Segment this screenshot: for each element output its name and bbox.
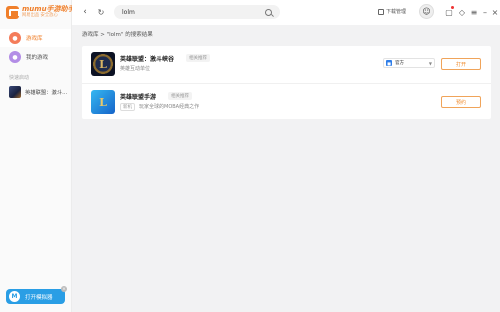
download-manager-button[interactable]: 下载管理 <box>378 8 406 15</box>
quick-launch-title: 快速启动 <box>9 75 30 81</box>
gamepad-icon: ● <box>9 32 21 44</box>
breadcrumb: 游戏库 > "lolm" 的搜索结果 <box>82 32 153 38</box>
related-tag: 相关推荐 <box>186 54 210 62</box>
shirt-icon: ◇ <box>458 7 466 17</box>
app-logo[interactable]: mumu手游助手 网易出品 安全放心 <box>6 3 75 21</box>
official-source-icon: ■ <box>386 60 392 66</box>
sidebar-item-label: 游戏库 <box>26 36 43 42</box>
download-icon <box>378 8 384 15</box>
search-input[interactable]: lolm <box>114 5 280 19</box>
close-button[interactable]: × <box>490 6 500 18</box>
source-label: 官方 <box>395 61 404 66</box>
search-icon[interactable] <box>265 8 272 16</box>
minimize-button[interactable]: – <box>480 6 490 18</box>
logo-subtitle: 网易出品 安全放心 <box>22 12 58 18</box>
download-manager-label: 下载管理 <box>386 9 407 15</box>
game-name[interactable]: 英雄联盟手游 <box>120 92 156 101</box>
minimize-icon: – <box>483 7 487 17</box>
open-emulator-label: 打开模拟器 <box>25 294 53 301</box>
game-description-text: 英雄互动单位 <box>120 66 151 72</box>
avatar[interactable]: ☺ <box>419 4 434 19</box>
skin-button[interactable]: ◇ <box>457 6 467 18</box>
list-item: L 英雄联盟手游 相关推荐 新机 玩家全球的MOBA经典之作 预约 <box>82 83 491 119</box>
lol-wild-rift-icon[interactable]: L <box>91 90 115 114</box>
game-thumbnail-icon <box>9 86 21 98</box>
lol-game-icon[interactable]: L <box>91 52 115 76</box>
open-button[interactable]: 打开 <box>441 58 481 70</box>
list-item: L 英雄联盟：激斗峡谷 相关推荐 英雄互动单位 ■ 官方 ▼ 打开 <box>82 46 491 82</box>
search-results: L 英雄联盟：激斗峡谷 相关推荐 英雄互动单位 ■ 官方 ▼ 打开 L 英雄联盟… <box>82 46 491 119</box>
message-button[interactable]: ▢ <box>444 6 454 18</box>
sidebar-item-my-games[interactable]: ● 我的游戏 <box>0 48 71 66</box>
new-badge: 新机 <box>120 103 135 111</box>
menu-icon: ≡ <box>470 7 478 17</box>
chevron-down-icon: ▼ <box>428 60 432 66</box>
game-description-text: 玩家全球的MOBA经典之作 <box>139 104 200 110</box>
reserve-button[interactable]: 预约 <box>441 96 481 108</box>
game-description: 英雄互动单位 <box>120 65 150 72</box>
refresh-button[interactable]: ↻ <box>94 5 108 19</box>
search-value: lolm <box>122 8 135 16</box>
logo-text: mumu手游助手 网易出品 安全放心 <box>22 4 75 18</box>
menu-button[interactable]: ≡ <box>469 6 479 18</box>
recent-game-label: 英雄联盟：激斗... <box>25 90 68 96</box>
logo-title: mumu手游助手 <box>22 4 75 13</box>
close-icon[interactable]: × <box>61 286 67 292</box>
sidebar: mumu手游助手 网易出品 安全放心 ● 游戏库 ● 我的游戏 快速启动 英雄联… <box>0 0 75 312</box>
chevron-left-icon: ‹ <box>83 7 87 17</box>
recent-game-item[interactable]: 英雄联盟：激斗... <box>9 86 67 98</box>
topbar: ‹ ↻ lolm 下载管理 ☺ ▢ ◇ ≡ – × <box>72 0 500 25</box>
related-tag: 相关推荐 <box>168 92 192 100</box>
refresh-icon: ↻ <box>97 7 105 17</box>
close-icon: × <box>491 7 499 17</box>
open-emulator-button[interactable]: M 打开模拟器 <box>6 289 65 304</box>
sidebar-item-label: 我的游戏 <box>26 55 49 61</box>
notification-dot <box>451 6 454 9</box>
back-button[interactable]: ‹ <box>78 5 92 19</box>
controller-icon: ● <box>9 51 21 63</box>
game-description: 新机 玩家全球的MOBA经典之作 <box>120 103 199 111</box>
mumu-icon: M <box>9 291 20 302</box>
game-name[interactable]: 英雄联盟：激斗峡谷 <box>120 54 174 63</box>
source-select[interactable]: ■ 官方 ▼ <box>383 58 435 68</box>
mumu-logo-icon <box>6 5 20 19</box>
sidebar-item-game-library[interactable]: ● 游戏库 <box>0 29 71 47</box>
